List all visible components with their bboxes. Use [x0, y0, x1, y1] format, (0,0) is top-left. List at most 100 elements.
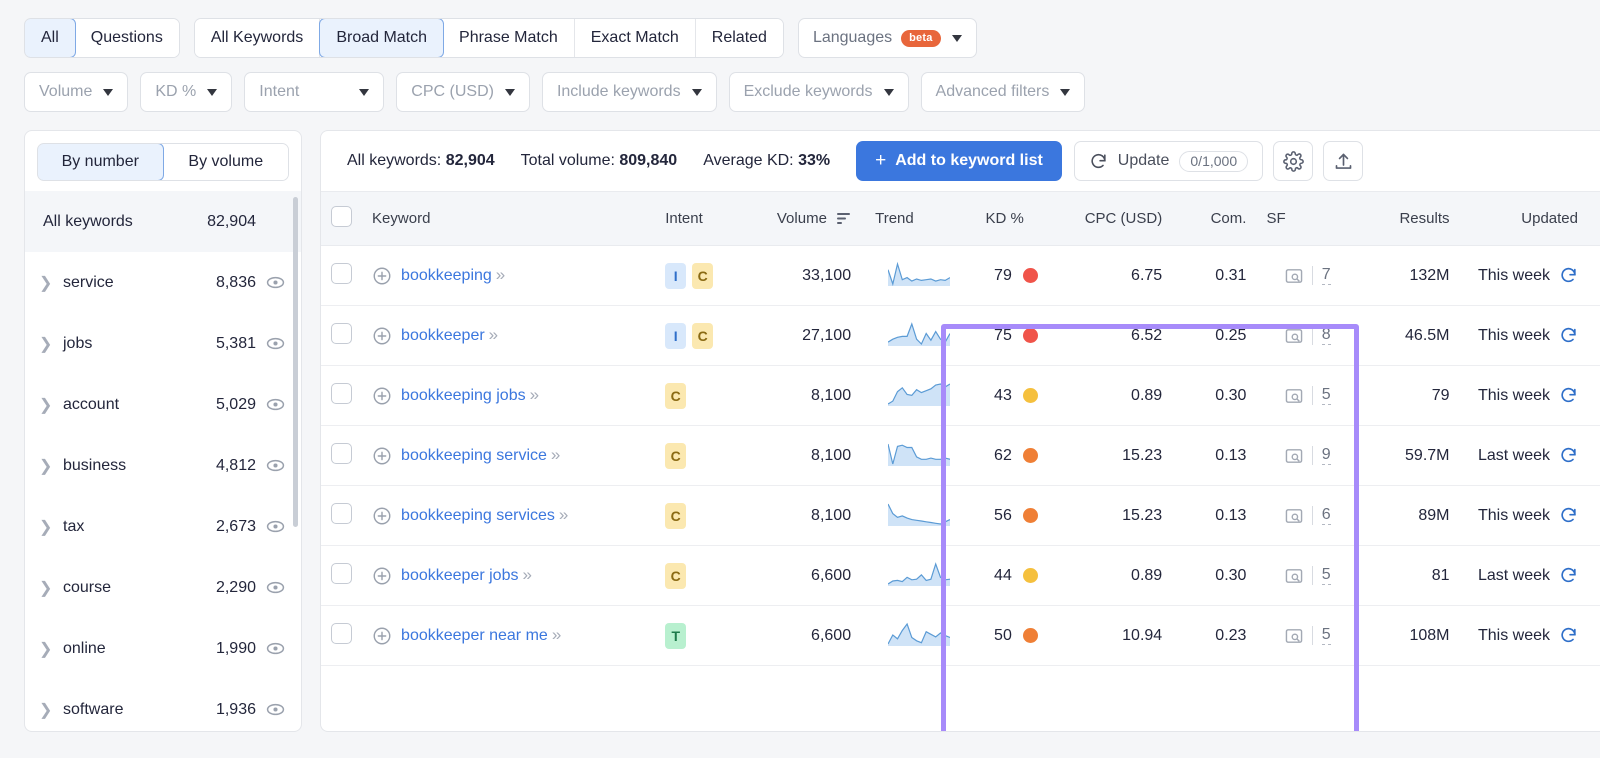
sf-count[interactable]: 5 [1322, 626, 1331, 645]
row-checkbox[interactable] [331, 383, 352, 404]
table-row[interactable]: bookkeeper» IC 27,100 75 6.52 0.25 8 46.… [321, 306, 1600, 366]
refresh-row-icon[interactable] [1559, 326, 1578, 345]
visibility-icon[interactable] [266, 273, 285, 292]
languages-dropdown[interactable]: Languages beta [798, 18, 977, 58]
refresh-row-icon[interactable] [1559, 446, 1578, 465]
filter-kd[interactable]: KD % [140, 72, 232, 112]
expand-chevrons-icon[interactable]: » [489, 325, 496, 344]
row-checkbox[interactable] [331, 323, 352, 344]
tab-phrase-match[interactable]: Phrase Match [443, 19, 575, 57]
cell-select[interactable] [321, 246, 362, 306]
th-select-all[interactable] [321, 192, 362, 246]
add-to-keyword-list-button[interactable]: + Add to keyword list [856, 141, 1062, 181]
row-checkbox[interactable] [331, 623, 352, 644]
sf-count[interactable]: 5 [1322, 566, 1331, 585]
keyword-link[interactable]: bookkeeper near me» [401, 624, 559, 647]
cell-select[interactable] [321, 426, 362, 486]
tab-all-keywords[interactable]: All Keywords [195, 19, 320, 57]
sidebar-item-jobs[interactable]: ❯ jobs 5,381 [25, 313, 301, 374]
keyword-link[interactable]: bookkeeping jobs» [401, 384, 537, 407]
cell-select[interactable] [321, 366, 362, 426]
chevron-right-icon[interactable]: ❯ [39, 334, 57, 354]
expand-chevrons-icon[interactable]: » [551, 445, 558, 464]
sf-count[interactable]: 7 [1322, 266, 1331, 285]
table-row[interactable]: bookkeeper jobs» C 6,600 44 0.89 0.30 5 … [321, 546, 1600, 606]
intent-badge-I[interactable]: I [665, 263, 686, 289]
serp-features-icon[interactable] [1285, 628, 1303, 644]
sf-count[interactable]: 5 [1322, 386, 1331, 405]
sidebar-item-software[interactable]: ❯ software 1,936 [25, 679, 301, 731]
tab-all[interactable]: All [24, 18, 76, 58]
intent-badge-C[interactable]: C [665, 383, 686, 409]
intent-badge-C[interactable]: C [665, 443, 686, 469]
sidebar-item-all-keywords[interactable]: All keywords 82,904 [25, 191, 301, 252]
filter-include-keywords[interactable]: Include keywords [542, 72, 717, 112]
intent-badge-T[interactable]: T [665, 623, 686, 649]
visibility-icon[interactable] [266, 517, 285, 536]
chevron-right-icon[interactable]: ❯ [39, 578, 57, 598]
sidebar-item-account[interactable]: ❯ account 5,029 [25, 374, 301, 435]
table-row[interactable]: bookkeeper near me» T 6,600 50 10.94 0.2… [321, 606, 1600, 666]
refresh-row-icon[interactable] [1559, 626, 1578, 645]
toggle-by-number[interactable]: By number [37, 143, 164, 181]
sf-count[interactable]: 9 [1322, 446, 1331, 465]
cell-select[interactable] [321, 306, 362, 366]
refresh-row-icon[interactable] [1559, 266, 1578, 285]
row-checkbox[interactable] [331, 563, 352, 584]
visibility-icon[interactable] [266, 639, 285, 658]
expand-chevrons-icon[interactable]: » [559, 505, 566, 524]
filter-cpc[interactable]: CPC (USD) [396, 72, 530, 112]
sidebar-item-tax[interactable]: ❯ tax 2,673 [25, 496, 301, 557]
serp-features-icon[interactable] [1285, 328, 1303, 344]
tab-related[interactable]: Related [696, 19, 783, 57]
sidebar-item-service[interactable]: ❯ service 8,836 [25, 252, 301, 313]
th-results[interactable]: Results [1341, 192, 1460, 246]
tab-exact-match[interactable]: Exact Match [575, 19, 696, 57]
add-keyword-icon[interactable] [372, 566, 392, 586]
chevron-right-icon[interactable]: ❯ [39, 700, 57, 720]
intent-badge-I[interactable]: I [665, 323, 686, 349]
visibility-icon[interactable] [266, 456, 285, 475]
serp-features-icon[interactable] [1285, 448, 1303, 464]
cell-select[interactable] [321, 606, 362, 666]
th-volume[interactable]: Volume [731, 192, 861, 246]
sidebar-scrollbar[interactable] [293, 197, 298, 527]
cell-select[interactable] [321, 486, 362, 546]
keyword-link[interactable]: bookkeeper» [401, 324, 496, 347]
serp-features-icon[interactable] [1285, 568, 1303, 584]
visibility-icon[interactable] [266, 334, 285, 353]
serp-features-icon[interactable] [1285, 268, 1303, 284]
serp-features-icon[interactable] [1285, 388, 1303, 404]
filter-advanced[interactable]: Advanced filters [921, 72, 1086, 112]
toggle-by-volume[interactable]: By volume [164, 144, 289, 180]
intent-badge-C[interactable]: C [692, 263, 713, 289]
th-trend[interactable]: Trend [861, 192, 960, 246]
add-keyword-icon[interactable] [372, 326, 392, 346]
sidebar-item-online[interactable]: ❯ online 1,990 [25, 618, 301, 679]
serp-features-icon[interactable] [1285, 508, 1303, 524]
add-keyword-icon[interactable] [372, 626, 392, 646]
refresh-row-icon[interactable] [1559, 506, 1578, 525]
tab-broad-match[interactable]: Broad Match [319, 18, 444, 58]
chevron-right-icon[interactable]: ❯ [39, 456, 57, 476]
export-button[interactable] [1323, 141, 1363, 181]
th-keyword[interactable]: Keyword [362, 192, 647, 246]
add-keyword-icon[interactable] [372, 506, 392, 526]
intent-badge-C[interactable]: C [665, 503, 686, 529]
visibility-icon[interactable] [266, 700, 285, 719]
intent-badge-C[interactable]: C [665, 563, 686, 589]
expand-chevrons-icon[interactable]: » [496, 265, 503, 284]
th-cpc[interactable]: CPC (USD) [1060, 192, 1172, 246]
refresh-row-icon[interactable] [1559, 566, 1578, 585]
table-row[interactable]: bookkeeping» IC 33,100 79 6.75 0.31 7 13… [321, 246, 1600, 306]
filter-exclude-keywords[interactable]: Exclude keywords [729, 72, 909, 112]
keyword-link[interactable]: bookkeeper jobs» [401, 564, 530, 587]
row-checkbox[interactable] [331, 263, 352, 284]
expand-chevrons-icon[interactable]: » [522, 565, 529, 584]
keyword-link[interactable]: bookkeeping services» [401, 504, 566, 527]
chevron-right-icon[interactable]: ❯ [39, 517, 57, 537]
th-sf[interactable]: SF [1256, 192, 1340, 246]
sf-count[interactable]: 8 [1322, 326, 1331, 345]
table-row[interactable]: bookkeeping services» C 8,100 56 15.23 0… [321, 486, 1600, 546]
expand-chevrons-icon[interactable]: » [552, 625, 559, 644]
